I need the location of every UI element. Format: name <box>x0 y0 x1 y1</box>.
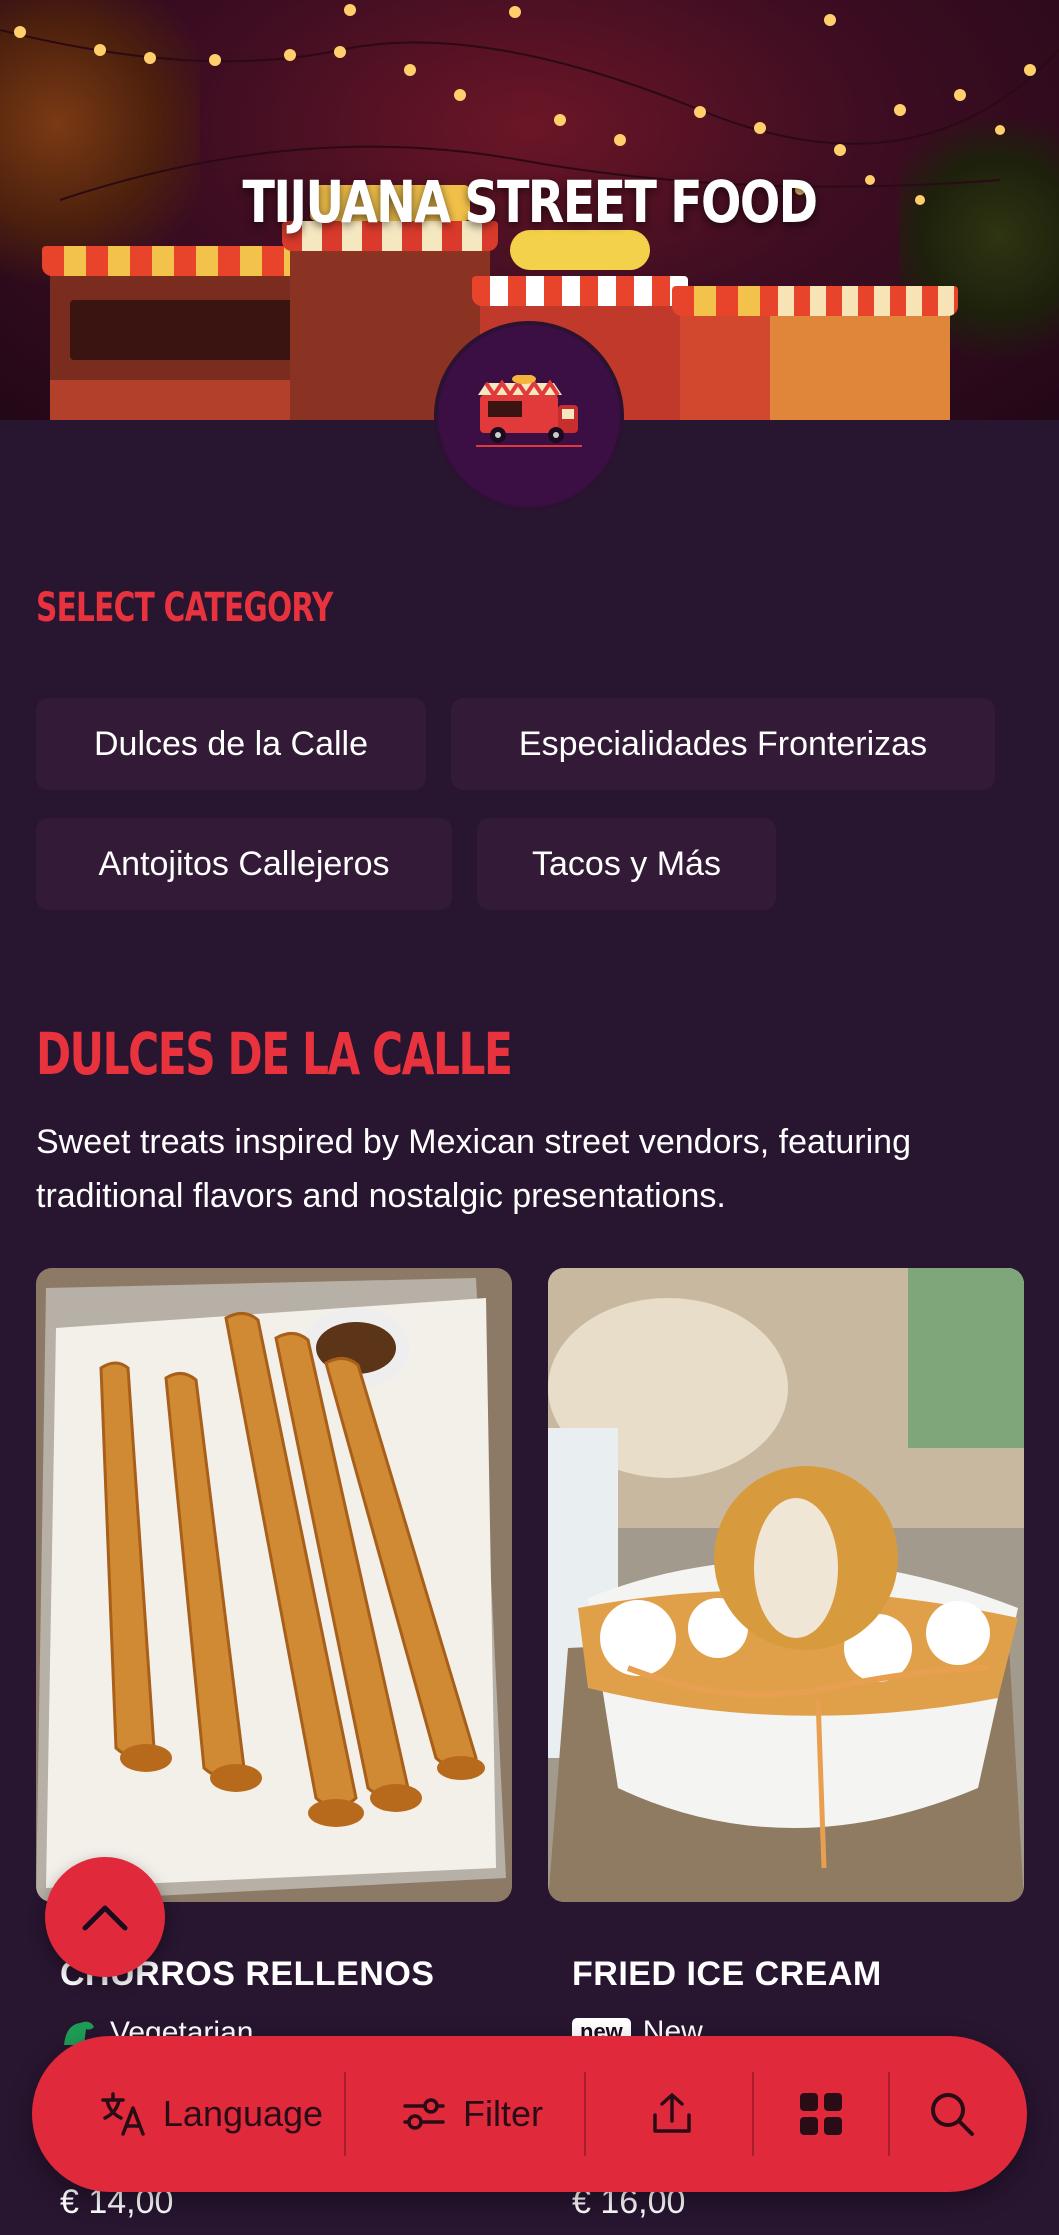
product-image-fried-ice-cream[interactable] <box>548 1268 1024 1902</box>
language-button[interactable]: Language <box>62 2036 362 2192</box>
grid-view-button[interactable] <box>756 2036 886 2192</box>
toolbar-divider <box>584 2072 586 2156</box>
filter-button[interactable]: Filter <box>362 2036 582 2192</box>
grid-icon <box>800 2093 842 2135</box>
translate-icon <box>101 2092 145 2136</box>
search-button[interactable] <box>892 2036 1012 2192</box>
language-label: Language <box>162 2093 324 2134</box>
category-chip-especialidades[interactable]: Especialidades Fronterizas <box>451 698 995 790</box>
toolbar-divider <box>888 2072 890 2156</box>
section-title: DULCES DE LA CALLE <box>36 1020 513 1088</box>
search-icon <box>931 2093 974 2136</box>
share-button[interactable] <box>592 2036 752 2192</box>
section-description: Sweet treats inspired by Mexican street … <box>36 1123 911 1215</box>
chevron-up-icon <box>82 1905 128 1931</box>
bottom-toolbar: Language Filter <box>32 2036 1027 2192</box>
restaurant-logo <box>438 325 620 507</box>
product-name[interactable]: FRIED ICE CREAM <box>572 1955 882 1994</box>
churros-photo <box>36 1268 512 1902</box>
filter-label: Filter <box>463 2093 543 2134</box>
share-icon <box>653 2093 691 2133</box>
fried-ice-cream-photo <box>548 1268 1024 1902</box>
category-chip-antojitos[interactable]: Antojitos Callejeros <box>36 818 452 910</box>
category-chip-tacos[interactable]: Tacos y Más <box>477 818 776 910</box>
restaurant-title: TIJUANA STREET FOOD <box>242 168 819 236</box>
product-image-churros[interactable] <box>36 1268 512 1902</box>
scroll-to-top-button[interactable] <box>45 1857 165 1977</box>
toolbar-divider <box>752 2072 754 2156</box>
food-truck-logo-icon <box>476 375 582 447</box>
category-chip-dulces[interactable]: Dulces de la Calle <box>36 698 426 790</box>
select-category-label: SELECT CATEGORY <box>36 585 333 631</box>
toolbar-divider <box>344 2072 346 2156</box>
filter-sliders-icon <box>403 2098 445 2130</box>
